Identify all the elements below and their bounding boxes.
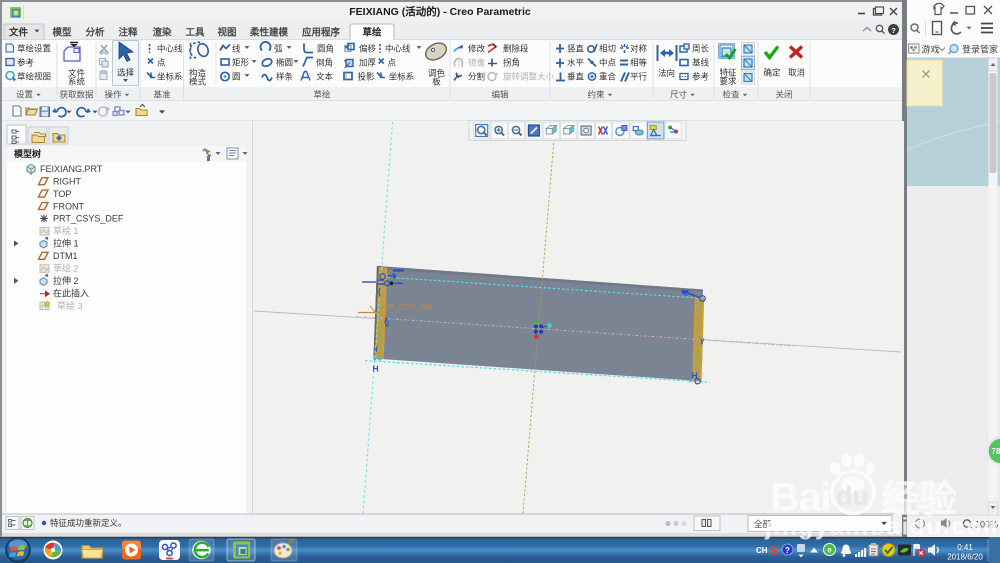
svg-text:基线: 基线 (692, 58, 710, 68)
svg-text:草绘 3: 草绘 3 (57, 300, 83, 311)
svg-text:基准: 基准 (153, 90, 171, 100)
svg-text:2018/6/20: 2018/6/20 (947, 553, 983, 562)
svg-text:?: ? (785, 546, 790, 555)
svg-text:板: 板 (432, 77, 441, 87)
svg-text:对称: 对称 (630, 44, 648, 54)
svg-text:选择: 选择 (117, 68, 135, 78)
svg-text:坐标系: 坐标系 (389, 72, 415, 82)
svg-text:取消: 取消 (788, 68, 805, 78)
svg-text:RIGHT: RIGHT (53, 176, 82, 186)
svg-text:圆角: 圆角 (317, 44, 334, 54)
svg-text:特征成功重新定义。: 特征成功重新定义。 (50, 518, 127, 528)
svg-text:模型树: 模型树 (14, 148, 41, 159)
svg-text:拉伸 2: 拉伸 2 (53, 275, 79, 286)
svg-text:登录管家: 登录管家 (962, 44, 998, 55)
svg-text:重合: 重合 (599, 72, 617, 82)
svg-text:关闭: 关闭 (775, 90, 792, 100)
svg-text:中心线: 中心线 (157, 44, 183, 54)
svg-text:V: V (384, 320, 390, 329)
svg-text:倒角: 倒角 (316, 58, 333, 68)
svg-text:在此插入: 在此插入 (53, 287, 89, 298)
svg-text:确定: 确定 (763, 68, 781, 78)
svg-text:应用程序: 应用程序 (302, 27, 341, 39)
svg-text:投影: 投影 (358, 72, 376, 82)
svg-text:平行: 平行 (630, 72, 648, 82)
svg-text:椭圆: 椭圆 (276, 58, 293, 68)
svg-text:圆: 圆 (232, 72, 241, 82)
svg-text:要求: 要求 (719, 76, 737, 86)
svg-text:参考: 参考 (17, 58, 34, 68)
svg-text:?: ? (891, 26, 896, 35)
svg-text:分割: 分割 (468, 72, 485, 82)
svg-text:PRT_CSYS_DEF: PRT_CSYS_DEF (382, 305, 433, 312)
svg-text:相切: 相切 (599, 44, 616, 54)
svg-text:柔性建模: 柔性建模 (249, 27, 289, 39)
svg-text:检查: 检查 (722, 90, 740, 100)
svg-text:0:41: 0:41 (957, 543, 973, 552)
svg-text:相等: 相等 (630, 58, 648, 68)
svg-text:删除段: 删除段 (503, 44, 529, 54)
svg-text:周长: 周长 (692, 44, 710, 54)
svg-text:工具: 工具 (185, 28, 205, 39)
svg-text:草绘 2: 草绘 2 (53, 263, 79, 274)
svg-text:模型: 模型 (52, 27, 72, 39)
svg-text:尺寸: 尺寸 (670, 90, 688, 100)
svg-text:S: S (769, 544, 777, 558)
svg-text:旋转调整大小: 旋转调整大小 (503, 72, 555, 82)
svg-text:坐标系: 坐标系 (157, 72, 183, 82)
svg-text:草绘设置: 草绘设置 (17, 44, 52, 54)
svg-text:中心线: 中心线 (385, 44, 411, 54)
svg-text:修改: 修改 (468, 44, 486, 54)
svg-text:水平: 水平 (567, 58, 585, 68)
svg-text:约束: 约束 (587, 90, 605, 100)
svg-text:获取数据: 获取数据 (59, 90, 94, 100)
svg-text:拐角: 拐角 (503, 58, 520, 68)
svg-text:视图: 视图 (217, 27, 236, 39)
svg-text:偏移: 偏移 (359, 44, 377, 54)
svg-text:草绘: 草绘 (362, 27, 382, 39)
svg-text:TOP: TOP (53, 189, 71, 199)
svg-text:点: 点 (157, 58, 166, 68)
svg-text:FEIXIANG (活动的) - Creo Parametr: FEIXIANG (活动的) - Creo Parametric (349, 5, 531, 18)
svg-text:y: y (700, 336, 705, 345)
svg-text:du: du (836, 481, 869, 511)
svg-text:DTM1: DTM1 (53, 251, 78, 261)
svg-text:镜像: 镜像 (468, 58, 486, 68)
svg-text:FRONT: FRONT (53, 201, 84, 211)
svg-text:样条: 样条 (276, 72, 294, 82)
svg-text:弧: 弧 (274, 44, 283, 54)
svg-text:PRT_CSYS_DEF: PRT_CSYS_DEF (53, 214, 124, 224)
svg-text:CH: CH (756, 546, 768, 555)
svg-text:文本: 文本 (316, 72, 334, 82)
svg-text:垂直: 垂直 (567, 72, 585, 82)
svg-text:e: e (827, 546, 832, 555)
svg-text:线: 线 (232, 44, 241, 54)
svg-text:文件: 文件 (8, 27, 29, 39)
svg-text:矩形: 矩形 (232, 58, 250, 68)
svg-text:点: 点 (388, 58, 397, 68)
svg-text:jingyan.baidu.com: jingyan.baidu.com (764, 514, 1000, 541)
svg-text:草绘: 草绘 (313, 90, 331, 100)
svg-text:FEIXIANG.PRT: FEIXIANG.PRT (40, 164, 103, 174)
svg-text:竖直: 竖直 (567, 44, 585, 54)
svg-text:78: 78 (992, 447, 1000, 456)
svg-text:系统: 系统 (68, 77, 86, 87)
svg-text:渲染: 渲染 (152, 27, 172, 39)
svg-text:草绘视图: 草绘视图 (17, 72, 51, 82)
svg-text:游戏: 游戏 (922, 44, 940, 55)
svg-text:分析: 分析 (85, 27, 105, 39)
svg-text:操作: 操作 (104, 90, 122, 100)
svg-text:参考: 参考 (692, 72, 709, 82)
svg-text:编辑: 编辑 (491, 90, 509, 100)
svg-text:注释: 注释 (118, 27, 138, 39)
svg-text:加厚: 加厚 (359, 58, 377, 68)
svg-text:设置: 设置 (16, 90, 34, 100)
svg-text:中点: 中点 (599, 58, 617, 68)
svg-text:H: H (373, 364, 379, 374)
svg-text:模式: 模式 (189, 77, 207, 87)
svg-text:拉伸 1: 拉伸 1 (53, 238, 79, 249)
svg-text:草绘 1: 草绘 1 (53, 225, 79, 236)
svg-text:法向: 法向 (658, 68, 675, 78)
